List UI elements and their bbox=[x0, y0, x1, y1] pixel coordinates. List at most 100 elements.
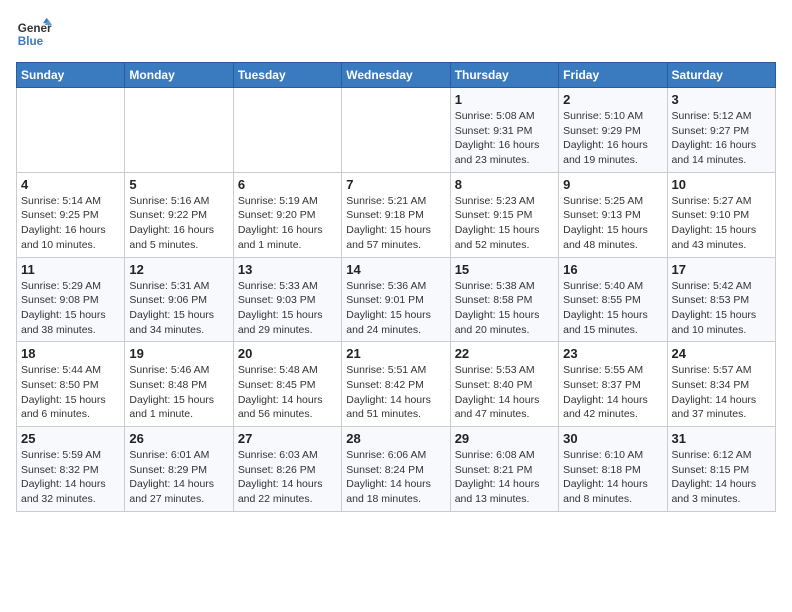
calendar-cell: 2 Sunrise: 5:10 AMSunset: 9:29 PMDaylight… bbox=[559, 88, 667, 173]
calendar-cell: 28 Sunrise: 6:06 AMSunset: 8:24 PMDayligh… bbox=[342, 427, 450, 512]
day-number: 4 bbox=[21, 177, 120, 192]
day-number: 2 bbox=[563, 92, 662, 107]
day-number: 10 bbox=[672, 177, 771, 192]
day-info: Sunrise: 5:44 AMSunset: 8:50 PMDaylight:… bbox=[21, 363, 120, 422]
day-info: Sunrise: 5:19 AMSunset: 9:20 PMDaylight:… bbox=[238, 194, 337, 253]
day-info: Sunrise: 5:14 AMSunset: 9:25 PMDaylight:… bbox=[21, 194, 120, 253]
calendar-cell: 8 Sunrise: 5:23 AMSunset: 9:15 PMDaylight… bbox=[450, 172, 558, 257]
calendar-cell: 19Sunrise: 5:46 AMSunset: 8:48 PMDayligh… bbox=[125, 342, 233, 427]
calendar-cell bbox=[233, 88, 341, 173]
day-number: 7 bbox=[346, 177, 445, 192]
day-number: 31 bbox=[672, 431, 771, 446]
day-info: Sunrise: 5:31 AMSunset: 9:06 PMDaylight:… bbox=[129, 279, 228, 338]
calendar-header: SundayMondayTuesdayWednesdayThursdayFrid… bbox=[17, 63, 776, 88]
calendar-week-5: 25 Sunrise: 5:59 AMSunset: 8:32 PMDayligh… bbox=[17, 427, 776, 512]
calendar-cell: 21 Sunrise: 5:51 AMSunset: 8:42 PMDayligh… bbox=[342, 342, 450, 427]
day-info: Sunrise: 5:55 AMSunset: 8:37 PMDaylight:… bbox=[563, 363, 662, 422]
calendar-week-1: 1 Sunrise: 5:08 AMSunset: 9:31 PMDaylight… bbox=[17, 88, 776, 173]
day-number: 29 bbox=[455, 431, 554, 446]
day-info: Sunrise: 5:57 AMSunset: 8:34 PMDaylight:… bbox=[672, 363, 771, 422]
day-info: Sunrise: 5:42 AMSunset: 8:53 PMDaylight:… bbox=[672, 279, 771, 338]
calendar-cell: 1 Sunrise: 5:08 AMSunset: 9:31 PMDaylight… bbox=[450, 88, 558, 173]
calendar-cell: 27 Sunrise: 6:03 AMSunset: 8:26 PMDayligh… bbox=[233, 427, 341, 512]
calendar-cell: 3Sunrise: 5:12 AMSunset: 9:27 PMDaylight… bbox=[667, 88, 775, 173]
calendar-cell: 30Sunrise: 6:10 AMSunset: 8:18 PMDayligh… bbox=[559, 427, 667, 512]
day-info: Sunrise: 6:03 AMSunset: 8:26 PMDaylight:… bbox=[238, 448, 337, 507]
calendar-cell: 7Sunrise: 5:21 AMSunset: 9:18 PMDaylight… bbox=[342, 172, 450, 257]
day-info: Sunrise: 6:12 AMSunset: 8:15 PMDaylight:… bbox=[672, 448, 771, 507]
day-number: 13 bbox=[238, 262, 337, 277]
day-info: Sunrise: 5:25 AMSunset: 9:13 PMDaylight:… bbox=[563, 194, 662, 253]
day-number: 18 bbox=[21, 346, 120, 361]
day-number: 23 bbox=[563, 346, 662, 361]
day-info: Sunrise: 5:51 AMSunset: 8:42 PMDaylight:… bbox=[346, 363, 445, 422]
header: General Blue bbox=[16, 16, 776, 52]
day-number: 20 bbox=[238, 346, 337, 361]
calendar-week-3: 11 Sunrise: 5:29 AMSunset: 9:08 PMDayligh… bbox=[17, 257, 776, 342]
day-number: 8 bbox=[455, 177, 554, 192]
day-info: Sunrise: 6:06 AMSunset: 8:24 PMDaylight:… bbox=[346, 448, 445, 507]
day-number: 9 bbox=[563, 177, 662, 192]
day-info: Sunrise: 5:33 AMSunset: 9:03 PMDaylight:… bbox=[238, 279, 337, 338]
calendar-cell: 17 Sunrise: 5:42 AMSunset: 8:53 PMDayligh… bbox=[667, 257, 775, 342]
calendar-cell: 18 Sunrise: 5:44 AMSunset: 8:50 PMDayligh… bbox=[17, 342, 125, 427]
calendar-week-4: 18 Sunrise: 5:44 AMSunset: 8:50 PMDayligh… bbox=[17, 342, 776, 427]
day-number: 11 bbox=[21, 262, 120, 277]
day-number: 24 bbox=[672, 346, 771, 361]
calendar-cell bbox=[342, 88, 450, 173]
day-number: 28 bbox=[346, 431, 445, 446]
logo: General Blue bbox=[16, 16, 56, 52]
day-number: 6 bbox=[238, 177, 337, 192]
day-number: 27 bbox=[238, 431, 337, 446]
calendar-cell: 13 Sunrise: 5:33 AMSunset: 9:03 PMDayligh… bbox=[233, 257, 341, 342]
day-number: 19 bbox=[129, 346, 228, 361]
day-number: 17 bbox=[672, 262, 771, 277]
day-info: Sunrise: 6:08 AMSunset: 8:21 PMDaylight:… bbox=[455, 448, 554, 507]
day-info: Sunrise: 5:10 AMSunset: 9:29 PMDaylight:… bbox=[563, 109, 662, 168]
day-info: Sunrise: 5:53 AMSunset: 8:40 PMDaylight:… bbox=[455, 363, 554, 422]
calendar-cell: 6 Sunrise: 5:19 AMSunset: 9:20 PMDaylight… bbox=[233, 172, 341, 257]
svg-text:Blue: Blue bbox=[18, 35, 44, 48]
weekday-header-wednesday: Wednesday bbox=[342, 63, 450, 88]
day-number: 5 bbox=[129, 177, 228, 192]
calendar-cell: 26Sunrise: 6:01 AMSunset: 8:29 PMDayligh… bbox=[125, 427, 233, 512]
calendar-cell: 15 Sunrise: 5:38 AMSunset: 8:58 PMDayligh… bbox=[450, 257, 558, 342]
day-info: Sunrise: 5:29 AMSunset: 9:08 PMDaylight:… bbox=[21, 279, 120, 338]
calendar-cell bbox=[125, 88, 233, 173]
day-number: 14 bbox=[346, 262, 445, 277]
day-info: Sunrise: 5:08 AMSunset: 9:31 PMDaylight:… bbox=[455, 109, 554, 168]
calendar-cell: 23 Sunrise: 5:55 AMSunset: 8:37 PMDayligh… bbox=[559, 342, 667, 427]
day-number: 12 bbox=[129, 262, 228, 277]
calendar-cell bbox=[17, 88, 125, 173]
calendar-cell: 9 Sunrise: 5:25 AMSunset: 9:13 PMDaylight… bbox=[559, 172, 667, 257]
weekday-header-tuesday: Tuesday bbox=[233, 63, 341, 88]
day-info: Sunrise: 5:27 AMSunset: 9:10 PMDaylight:… bbox=[672, 194, 771, 253]
day-number: 22 bbox=[455, 346, 554, 361]
day-info: Sunrise: 5:59 AMSunset: 8:32 PMDaylight:… bbox=[21, 448, 120, 507]
day-number: 15 bbox=[455, 262, 554, 277]
calendar-cell: 29 Sunrise: 6:08 AMSunset: 8:21 PMDayligh… bbox=[450, 427, 558, 512]
day-number: 21 bbox=[346, 346, 445, 361]
calendar-week-2: 4 Sunrise: 5:14 AMSunset: 9:25 PMDaylight… bbox=[17, 172, 776, 257]
day-info: Sunrise: 5:36 AMSunset: 9:01 PMDaylight:… bbox=[346, 279, 445, 338]
weekday-header-friday: Friday bbox=[559, 63, 667, 88]
weekday-header-saturday: Saturday bbox=[667, 63, 775, 88]
calendar-cell: 25 Sunrise: 5:59 AMSunset: 8:32 PMDayligh… bbox=[17, 427, 125, 512]
calendar-cell: 24 Sunrise: 5:57 AMSunset: 8:34 PMDayligh… bbox=[667, 342, 775, 427]
day-info: Sunrise: 5:40 AMSunset: 8:55 PMDaylight:… bbox=[563, 279, 662, 338]
day-info: Sunrise: 5:12 AMSunset: 9:27 PMDaylight:… bbox=[672, 109, 771, 168]
calendar-cell: 20Sunrise: 5:48 AMSunset: 8:45 PMDayligh… bbox=[233, 342, 341, 427]
day-number: 26 bbox=[129, 431, 228, 446]
calendar-cell: 22 Sunrise: 5:53 AMSunset: 8:40 PMDayligh… bbox=[450, 342, 558, 427]
calendar-cell: 10 Sunrise: 5:27 AMSunset: 9:10 PMDayligh… bbox=[667, 172, 775, 257]
day-number: 25 bbox=[21, 431, 120, 446]
day-number: 1 bbox=[455, 92, 554, 107]
day-number: 30 bbox=[563, 431, 662, 446]
weekday-header-sunday: Sunday bbox=[17, 63, 125, 88]
day-info: Sunrise: 5:38 AMSunset: 8:58 PMDaylight:… bbox=[455, 279, 554, 338]
calendar-cell: 12 Sunrise: 5:31 AMSunset: 9:06 PMDayligh… bbox=[125, 257, 233, 342]
logo-icon: General Blue bbox=[16, 16, 52, 52]
calendar-cell: 16Sunrise: 5:40 AMSunset: 8:55 PMDayligh… bbox=[559, 257, 667, 342]
calendar-cell: 5Sunrise: 5:16 AMSunset: 9:22 PMDaylight… bbox=[125, 172, 233, 257]
day-info: Sunrise: 5:23 AMSunset: 9:15 PMDaylight:… bbox=[455, 194, 554, 253]
